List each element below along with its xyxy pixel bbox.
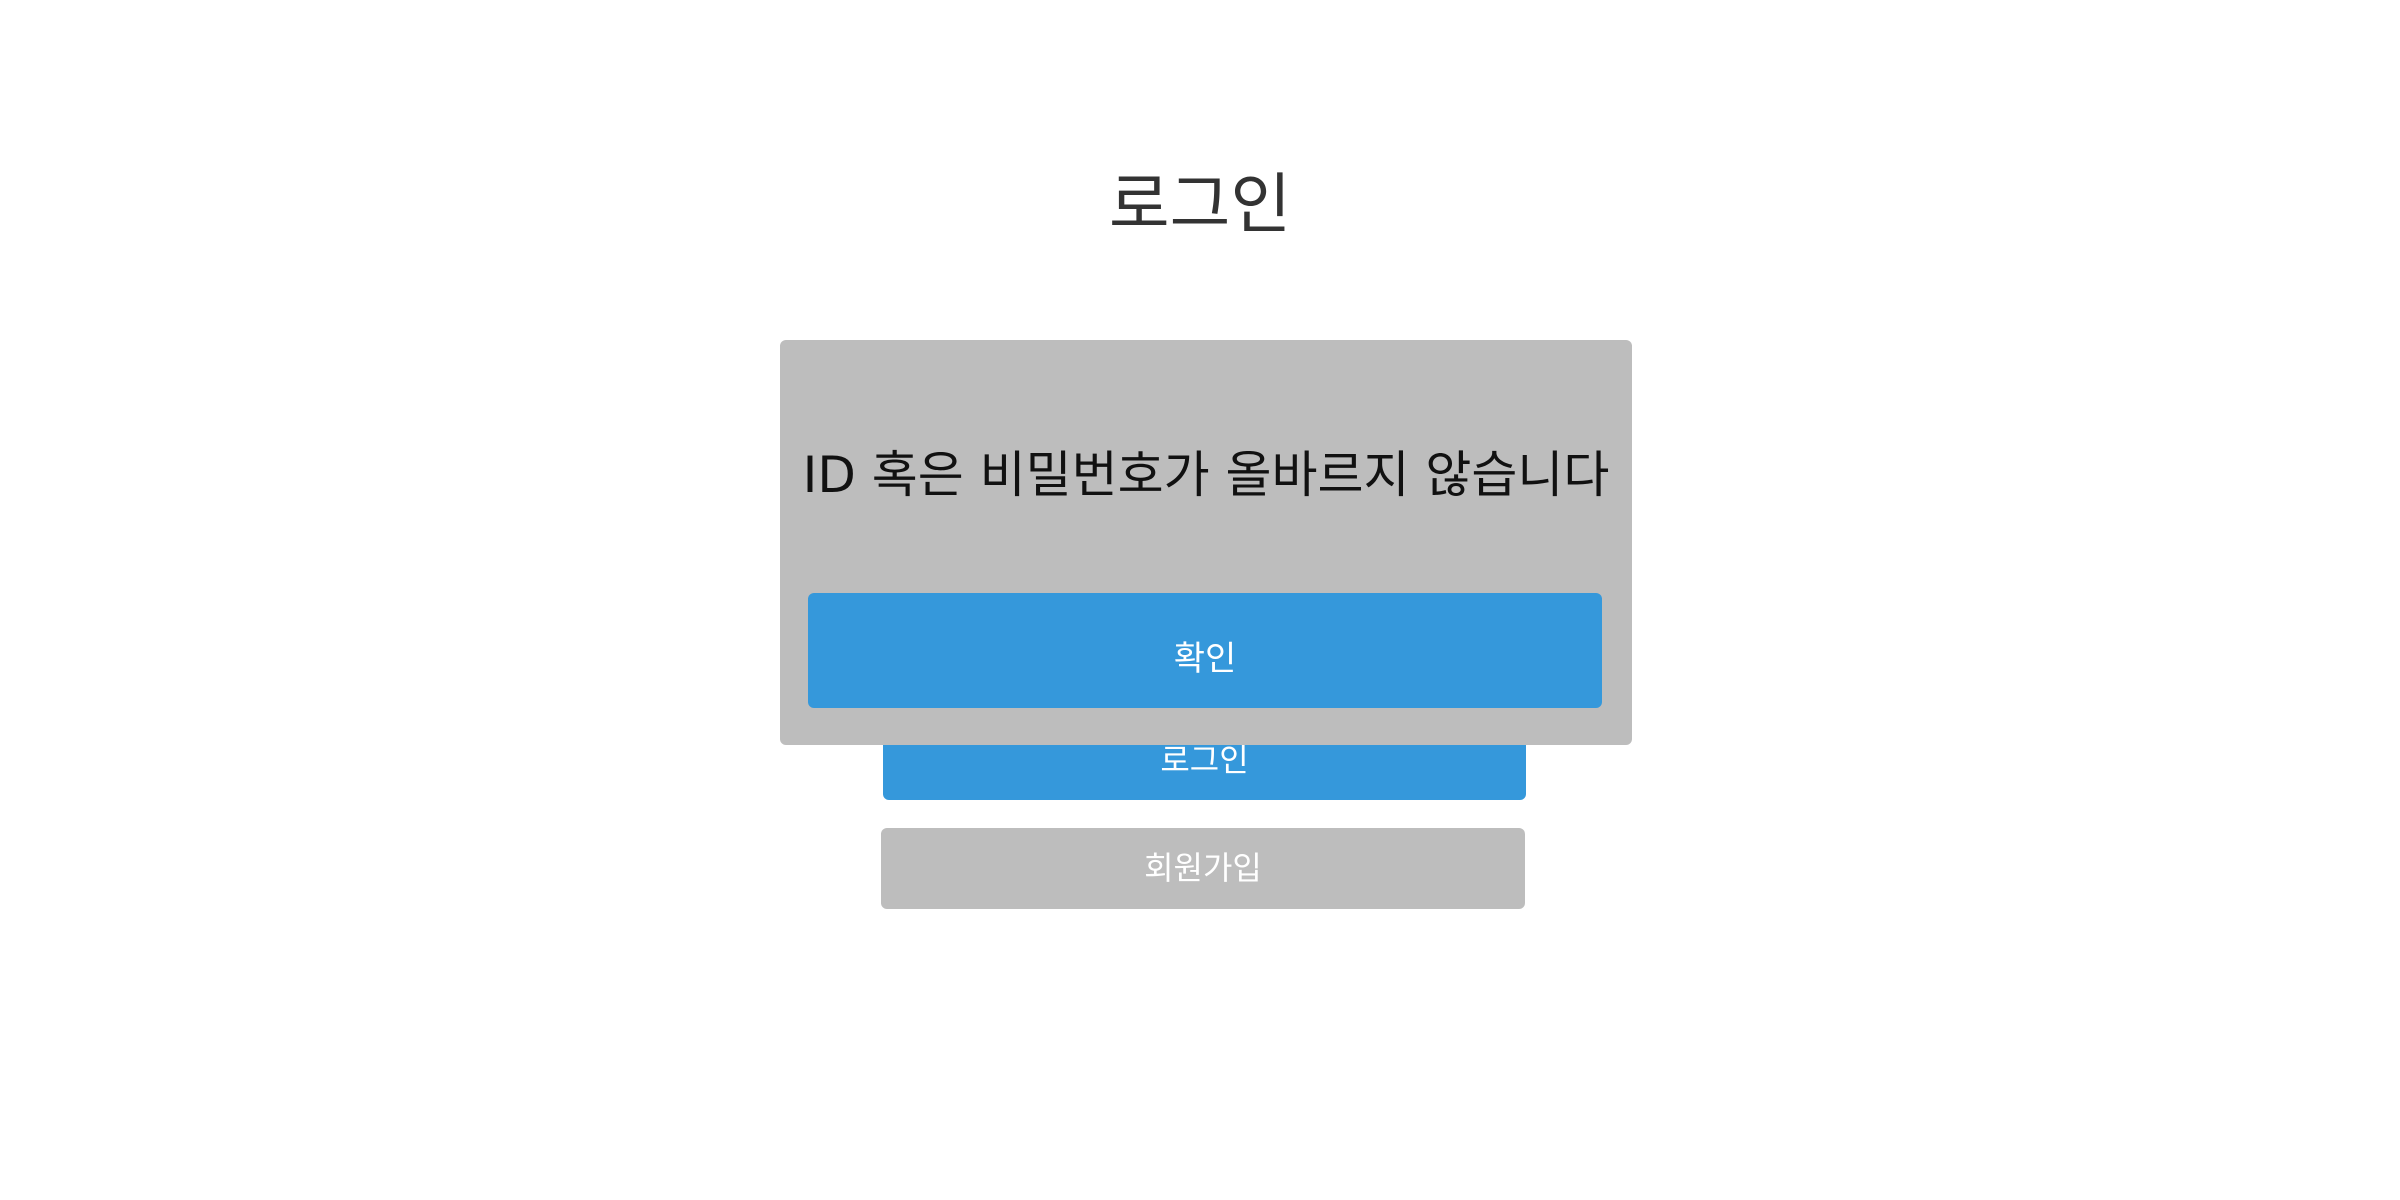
confirm-button[interactable]: 확인 bbox=[808, 593, 1602, 708]
error-message: ID 혹은 비밀번호가 올바르지 않습니다 bbox=[802, 446, 1610, 504]
login-page: 로그인 로그인 회원가입 ID 혹은 비밀번호가 올바르지 않습니다 확인 bbox=[0, 0, 2400, 1200]
error-modal: ID 혹은 비밀번호가 올바르지 않습니다 확인 bbox=[780, 340, 1632, 745]
signup-button[interactable]: 회원가입 bbox=[881, 828, 1525, 909]
page-title: 로그인 bbox=[1108, 166, 1292, 243]
